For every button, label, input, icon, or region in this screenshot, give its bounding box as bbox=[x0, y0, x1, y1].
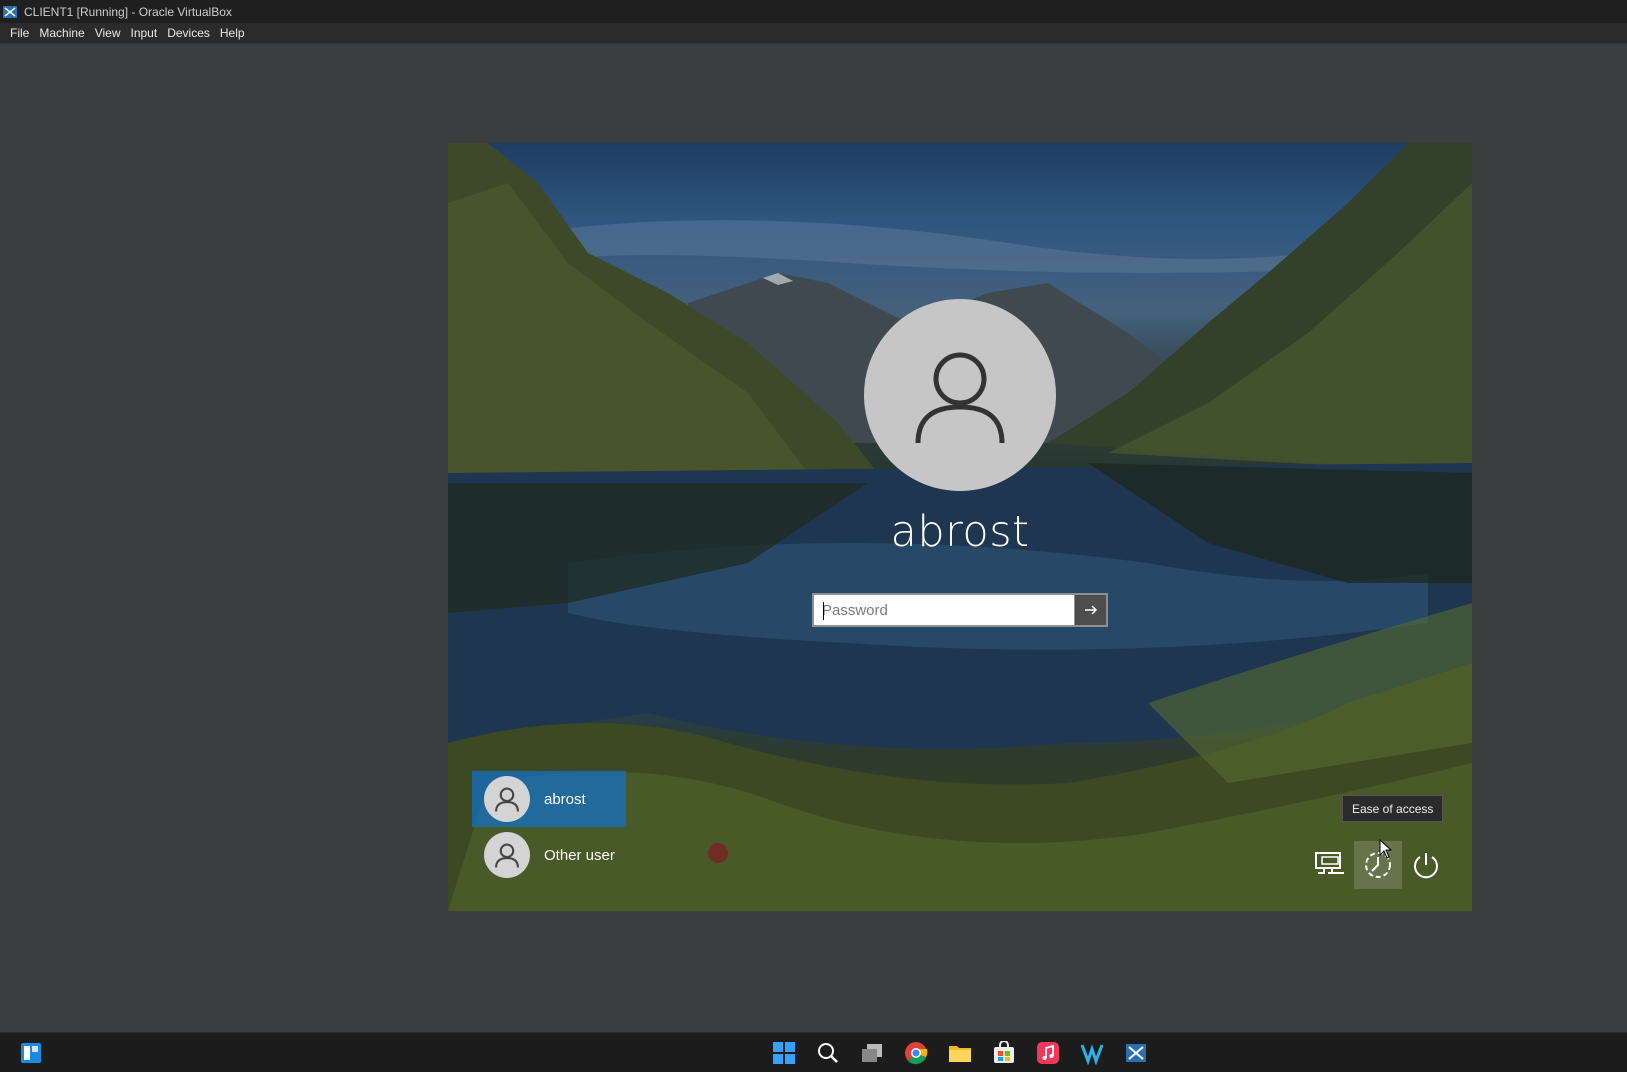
power-icon bbox=[1414, 853, 1438, 879]
user-list: abrost Other user bbox=[472, 771, 626, 883]
network-icon bbox=[1315, 852, 1344, 874]
mouse-cursor-icon bbox=[1379, 839, 1393, 859]
ease-of-access-button[interactable] bbox=[1354, 841, 1402, 889]
guest-login-screen[interactable]: abrost abrost Other user Ease of access bbox=[448, 143, 1472, 911]
search-button[interactable] bbox=[814, 1039, 842, 1067]
menu-file[interactable]: File bbox=[0, 26, 34, 40]
chrome-button[interactable] bbox=[902, 1039, 930, 1067]
file-explorer-button[interactable] bbox=[946, 1039, 974, 1067]
menu-view[interactable]: View bbox=[90, 26, 126, 40]
user-avatar-large bbox=[864, 299, 1056, 491]
task-view-icon bbox=[862, 1044, 882, 1062]
virtualbox-icon bbox=[3, 5, 17, 18]
start-button[interactable] bbox=[770, 1039, 798, 1067]
text-caret bbox=[823, 602, 824, 620]
submit-button[interactable] bbox=[1074, 595, 1106, 625]
window-title: CLIENT1 [Running] - Oracle VirtualBox bbox=[24, 4, 232, 19]
music-button[interactable] bbox=[1034, 1039, 1062, 1067]
task-view-button[interactable] bbox=[858, 1039, 886, 1067]
virtualbox-icon bbox=[1126, 1044, 1146, 1062]
store-button[interactable] bbox=[990, 1039, 1018, 1067]
search-icon bbox=[818, 1043, 838, 1063]
user-tile-abrost[interactable]: abrost bbox=[472, 771, 626, 827]
widgets-icon bbox=[21, 1043, 41, 1063]
menu-machine[interactable]: Machine bbox=[34, 26, 89, 40]
power-button[interactable] bbox=[1402, 841, 1450, 889]
widgets-button[interactable] bbox=[17, 1039, 45, 1067]
chrome-icon bbox=[905, 1042, 928, 1065]
menu-bar: File Machine View Input Devices Help bbox=[0, 23, 1627, 44]
vscode-icon bbox=[1080, 1044, 1104, 1065]
user-tile-other-user[interactable]: Other user bbox=[472, 827, 626, 883]
login-username: abrost bbox=[890, 507, 1030, 557]
user-icon bbox=[915, 352, 1005, 444]
user-avatar-small bbox=[484, 776, 530, 822]
file-explorer-icon bbox=[949, 1046, 971, 1062]
user-tile-label: abrost bbox=[544, 790, 586, 808]
password-field-container bbox=[812, 593, 1108, 627]
music-icon bbox=[1037, 1042, 1059, 1064]
password-input[interactable] bbox=[814, 595, 1074, 625]
host-taskbar bbox=[0, 1032, 1627, 1072]
user-icon bbox=[495, 843, 519, 868]
start-icon bbox=[773, 1042, 795, 1064]
arrow-right-icon bbox=[1084, 605, 1097, 615]
network-button[interactable] bbox=[1306, 841, 1354, 889]
menu-input[interactable]: Input bbox=[126, 26, 163, 40]
user-tile-label: Other user bbox=[544, 846, 615, 864]
menu-devices[interactable]: Devices bbox=[162, 26, 215, 40]
vscode-button[interactable] bbox=[1078, 1039, 1106, 1067]
user-icon bbox=[495, 787, 519, 812]
store-icon bbox=[994, 1041, 1014, 1063]
window-titlebar: CLIENT1 [Running] - Oracle VirtualBox bbox=[0, 0, 1627, 23]
ease-of-access-tooltip: Ease of access bbox=[1342, 795, 1444, 822]
menu-help[interactable]: Help bbox=[215, 26, 250, 40]
user-avatar-small bbox=[484, 832, 530, 878]
virtualbox-button[interactable] bbox=[1122, 1039, 1150, 1067]
